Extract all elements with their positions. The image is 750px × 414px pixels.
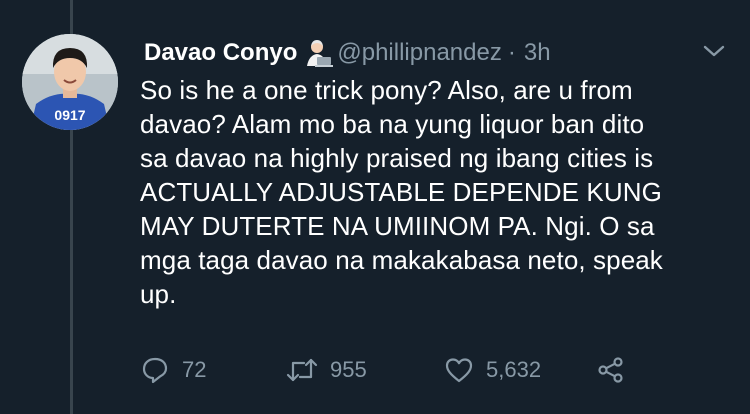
tweet-text-line: up. <box>140 279 177 309</box>
avatar-shirt-text: 0917 <box>54 107 85 123</box>
tweet-text-line: mga taga davao na makakabasa neto, speak <box>140 245 663 275</box>
retweet-icon <box>286 358 318 382</box>
tweet-text-line: So is he a one trick pony? Also, are u f… <box>140 75 633 105</box>
retweet-count: 955 <box>330 357 367 382</box>
tweet-text-line: MAY DUTERTE NA UMIINOM PA. Ngi. O sa <box>140 211 655 241</box>
tweet-header: Davao Conyo @phillipnandez · 3h <box>144 36 551 70</box>
like-count: 5,632 <box>486 357 542 382</box>
retweet-button[interactable]: 955 <box>286 352 367 388</box>
display-name[interactable]: Davao Conyo <box>144 39 297 67</box>
tweet-text-line: ACTUALLY ADJUSTABLE DEPENDE KUNG <box>140 177 662 207</box>
separator-dot: · <box>507 39 516 66</box>
tweet-text-line: sa davao na highly praised ng ibang citi… <box>140 143 654 173</box>
tweet-actions: 72 955 5,632 <box>140 352 740 388</box>
reply-icon <box>142 357 168 384</box>
avatar[interactable]: 0917 <box>22 34 118 130</box>
timestamp[interactable]: 3h <box>524 39 551 67</box>
more-options-chevron-down-icon[interactable] <box>700 40 728 62</box>
handle[interactable]: @phillipnandez <box>337 39 501 67</box>
reply-button[interactable]: 72 <box>140 352 206 388</box>
share-button[interactable] <box>596 352 626 388</box>
like-button[interactable]: 5,632 <box>444 352 541 388</box>
tweet-text-line: davao? Alam mo ba na yung liquor ban dit… <box>140 109 645 139</box>
reply-count: 72 <box>182 357 207 382</box>
avatar-photo: 0917 <box>22 34 118 130</box>
tweet-text: So is he a one trick pony? Also, are u f… <box>140 73 740 311</box>
like-icon <box>445 358 473 383</box>
technologist-emoji-icon <box>303 38 334 68</box>
share-icon <box>598 357 623 383</box>
